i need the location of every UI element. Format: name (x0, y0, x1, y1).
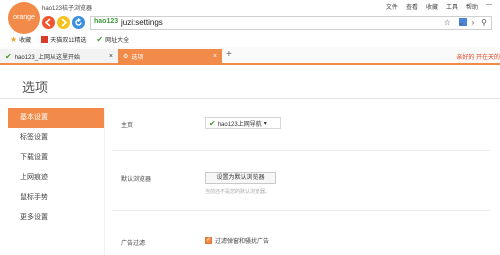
bookmark-tmall[interactable]: 天猫双11精选 (41, 35, 86, 44)
refresh-button[interactable] (72, 16, 85, 29)
back-button[interactable] (42, 16, 55, 29)
sidebar-item-history[interactable]: 上网痕迹 (8, 168, 104, 188)
bookmark-label: 网址大全 (105, 37, 130, 44)
ad-filter-option-label: 过滤弹窗和骚扰广告 (215, 239, 270, 245)
chevron-down-icon[interactable]: ⌄ (458, 18, 465, 27)
page-title: 选项 (22, 80, 49, 95)
settings-icon: ⚙ (123, 53, 129, 60)
tab-options[interactable]: ⚙ 选项 × (118, 49, 222, 63)
ad-filter-option[interactable]: ✓ 过滤弹窗和骚扰广告 (205, 236, 269, 245)
default-browser-label: 默认浏览器 (121, 177, 152, 183)
sidebar-item-more[interactable]: 更多设置 (8, 208, 104, 228)
forward-button[interactable] (57, 16, 70, 29)
new-tab-button[interactable]: + (226, 49, 232, 60)
sidebar-item-gestures[interactable]: 鼠标手势 (8, 188, 104, 208)
settings-sidebar: 基本设置 标签设置 下载设置 上网痕迹 鼠标手势 更多设置 (8, 108, 104, 228)
title-bar: orange hao123桔子浏览器 文件 查看 收藏 工具 帮助 — (0, 0, 500, 34)
check-icon: ✔ (96, 34, 104, 44)
tmall-icon (41, 35, 49, 43)
menu-file[interactable]: 文件 (386, 2, 398, 11)
favorite-star-icon[interactable]: ☆ (444, 18, 451, 27)
row-divider (112, 150, 490, 151)
menu-tools[interactable]: 工具 (446, 2, 458, 11)
tab-hao123[interactable]: ✔ hao123_上网从这里开始 × (0, 49, 118, 63)
go-arrow-icon[interactable]: › (471, 18, 474, 27)
menu-favorites[interactable]: 收藏 (426, 2, 438, 11)
tab-label: hao123_上网从这里开始 (14, 54, 81, 61)
title-menu: 文件 查看 收藏 工具 帮助 — (386, 2, 492, 11)
tab-status-text[interactable]: 亲好的 开在天的 (456, 52, 500, 61)
address-icons: ☆ ⌄ › ⚲ (444, 18, 487, 27)
homepage-value: hao123上网导航 (217, 121, 262, 128)
search-icon[interactable]: ⚲ (481, 18, 487, 27)
refresh-icon (75, 18, 82, 26)
homepage-favicon-icon: ✔ (209, 118, 216, 128)
ad-filter-checkbox[interactable]: ✓ (205, 237, 212, 244)
close-icon[interactable]: × (213, 53, 217, 60)
address-brand: hao123 (94, 18, 119, 25)
star-icon: ★ (10, 34, 18, 44)
address-url[interactable]: juzi:settings (121, 18, 163, 27)
default-browser-hint: 当前还不是您的默认浏览器。 (205, 189, 271, 195)
content-divider (104, 108, 105, 255)
arrow-left-icon (44, 18, 51, 27)
window-title: hao123桔子浏览器 (42, 6, 93, 12)
row-divider (112, 210, 490, 211)
chevron-down-icon: ▾ (263, 120, 267, 127)
ad-filter-label: 广告过滤 (121, 241, 146, 247)
navigation-bar: hao123 juzi:settings ☆ ⌄ › ⚲ (0, 14, 500, 32)
bookmark-directory[interactable]: ✔ 网址大全 (96, 35, 129, 44)
sidebar-item-downloads[interactable]: 下载设置 (8, 148, 104, 168)
browser-logo[interactable]: orange (8, 2, 40, 34)
sidebar-item-basic[interactable]: 基本设置 (8, 108, 104, 128)
menu-help[interactable]: 帮助 (466, 2, 478, 11)
menu-view[interactable]: 查看 (406, 2, 418, 11)
tab-favicon-icon: ✔ (5, 51, 12, 61)
minimize-icon[interactable]: — (486, 2, 492, 11)
bookmark-favorites[interactable]: ★ 收藏 (10, 35, 31, 44)
sidebar-item-tabs[interactable]: 标签设置 (8, 128, 104, 148)
bookmark-label: 收藏 (19, 37, 32, 44)
homepage-select[interactable]: ✔ hao123上网导航 ▾ (205, 117, 281, 129)
tab-label: 选项 (131, 54, 144, 61)
bookmarks-bar: ★ 收藏 天猫双11精选 ✔ 网址大全 (0, 33, 500, 45)
tab-strip: ✔ hao123_上网从这里开始 × ⚙ 选项 × + 亲好的 开在天的 (0, 47, 500, 65)
arrow-right-icon (61, 18, 68, 27)
homepage-label: 主页 (121, 123, 134, 129)
set-default-browser-button[interactable]: 设置为默认浏览器 (205, 172, 276, 184)
close-icon[interactable]: × (109, 53, 113, 60)
heading-divider (0, 98, 500, 99)
address-bar[interactable]: hao123 juzi:settings ☆ ⌄ › ⚲ (90, 16, 492, 30)
bookmark-label: 天猫双11精选 (50, 37, 87, 44)
